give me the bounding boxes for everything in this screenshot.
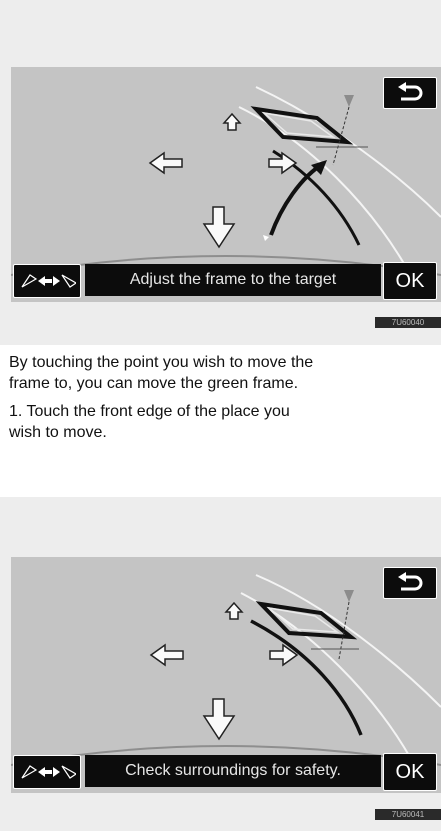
figure-panel-2: Check surroundings for safety. OK 7U6004… [0, 497, 441, 831]
back-button[interactable] [383, 77, 437, 109]
arrow-right-icon [268, 151, 298, 175]
return-arrow-icon [398, 572, 423, 591]
step-1-line-2: wish to move. [9, 424, 107, 441]
target-marker-icon [344, 590, 354, 602]
parking-mode-switch-icon [21, 274, 76, 288]
bottom-bar: Adjust the frame to the target OK [11, 256, 441, 302]
step-1-paragraph: 1. Touch the front edge of the place you… [9, 401, 441, 443]
ok-button[interactable]: OK [383, 753, 437, 791]
figure-id-label: 7U60040 [375, 317, 441, 328]
guidance-message: Adjust the frame to the target [85, 264, 381, 296]
arrow-down-icon [202, 698, 236, 741]
step-1-line-1: 1. Touch the front edge of the place you [9, 403, 290, 420]
intro-line-2: frame to, you can move the green frame. [9, 375, 299, 392]
arrow-left-icon [148, 151, 183, 175]
ok-button[interactable]: OK [383, 262, 437, 300]
arrow-down-icon [202, 206, 236, 249]
intro-line-1: By touching the point you wish to move t… [9, 354, 314, 371]
intro-paragraph: By touching the point you wish to move t… [9, 352, 441, 394]
parking-mode-switch-button[interactable] [13, 264, 81, 298]
target-marker-icon [344, 95, 354, 107]
parking-mode-switch-icon [21, 765, 76, 779]
figure-panel-1: Adjust the frame to the target OK 7U6004… [0, 0, 441, 345]
camera-screen-1: Adjust the frame to the target OK [11, 67, 441, 302]
return-arrow-icon [398, 82, 423, 101]
back-button[interactable] [383, 567, 437, 599]
arrow-up-icon [222, 112, 242, 131]
figure-id-label: 7U60041 [375, 809, 441, 820]
camera-screen-2: Check surroundings for safety. OK [11, 557, 441, 793]
guidance-message: Check surroundings for safety. [85, 755, 381, 787]
arrow-up-icon [224, 601, 244, 620]
arrow-left-icon [149, 643, 184, 667]
parking-mode-switch-button[interactable] [13, 755, 81, 789]
bottom-bar: Check surroundings for safety. OK [11, 747, 441, 793]
